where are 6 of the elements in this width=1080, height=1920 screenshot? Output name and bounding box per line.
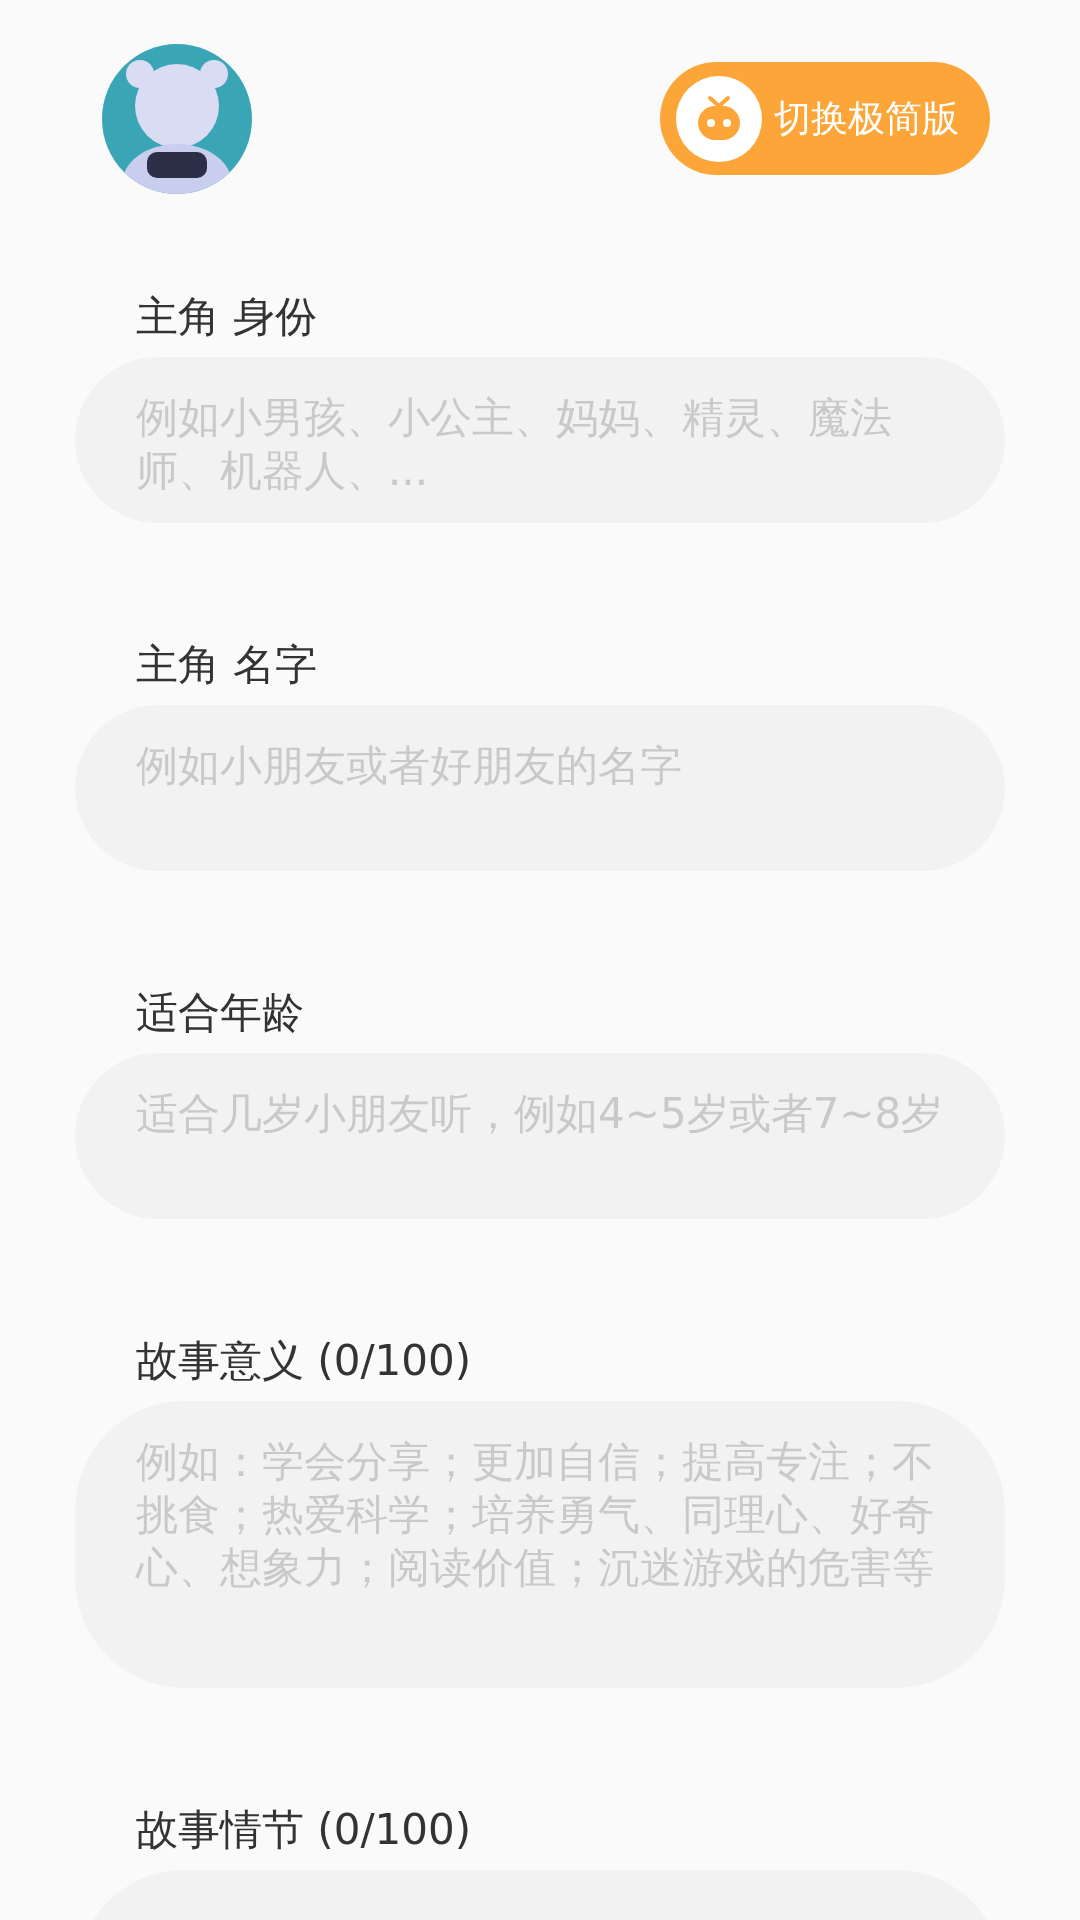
mode-switch-button[interactable]: 切换极简版 (660, 62, 990, 175)
field-label: 主角 身份 (136, 292, 318, 341)
field-label: 适合年龄 (136, 988, 304, 1037)
field-label: 主角 名字 (136, 640, 318, 689)
field-label: 故事意义 (0/100) (136, 1336, 472, 1385)
field-label: 故事情节 (0/100) (136, 1805, 472, 1854)
